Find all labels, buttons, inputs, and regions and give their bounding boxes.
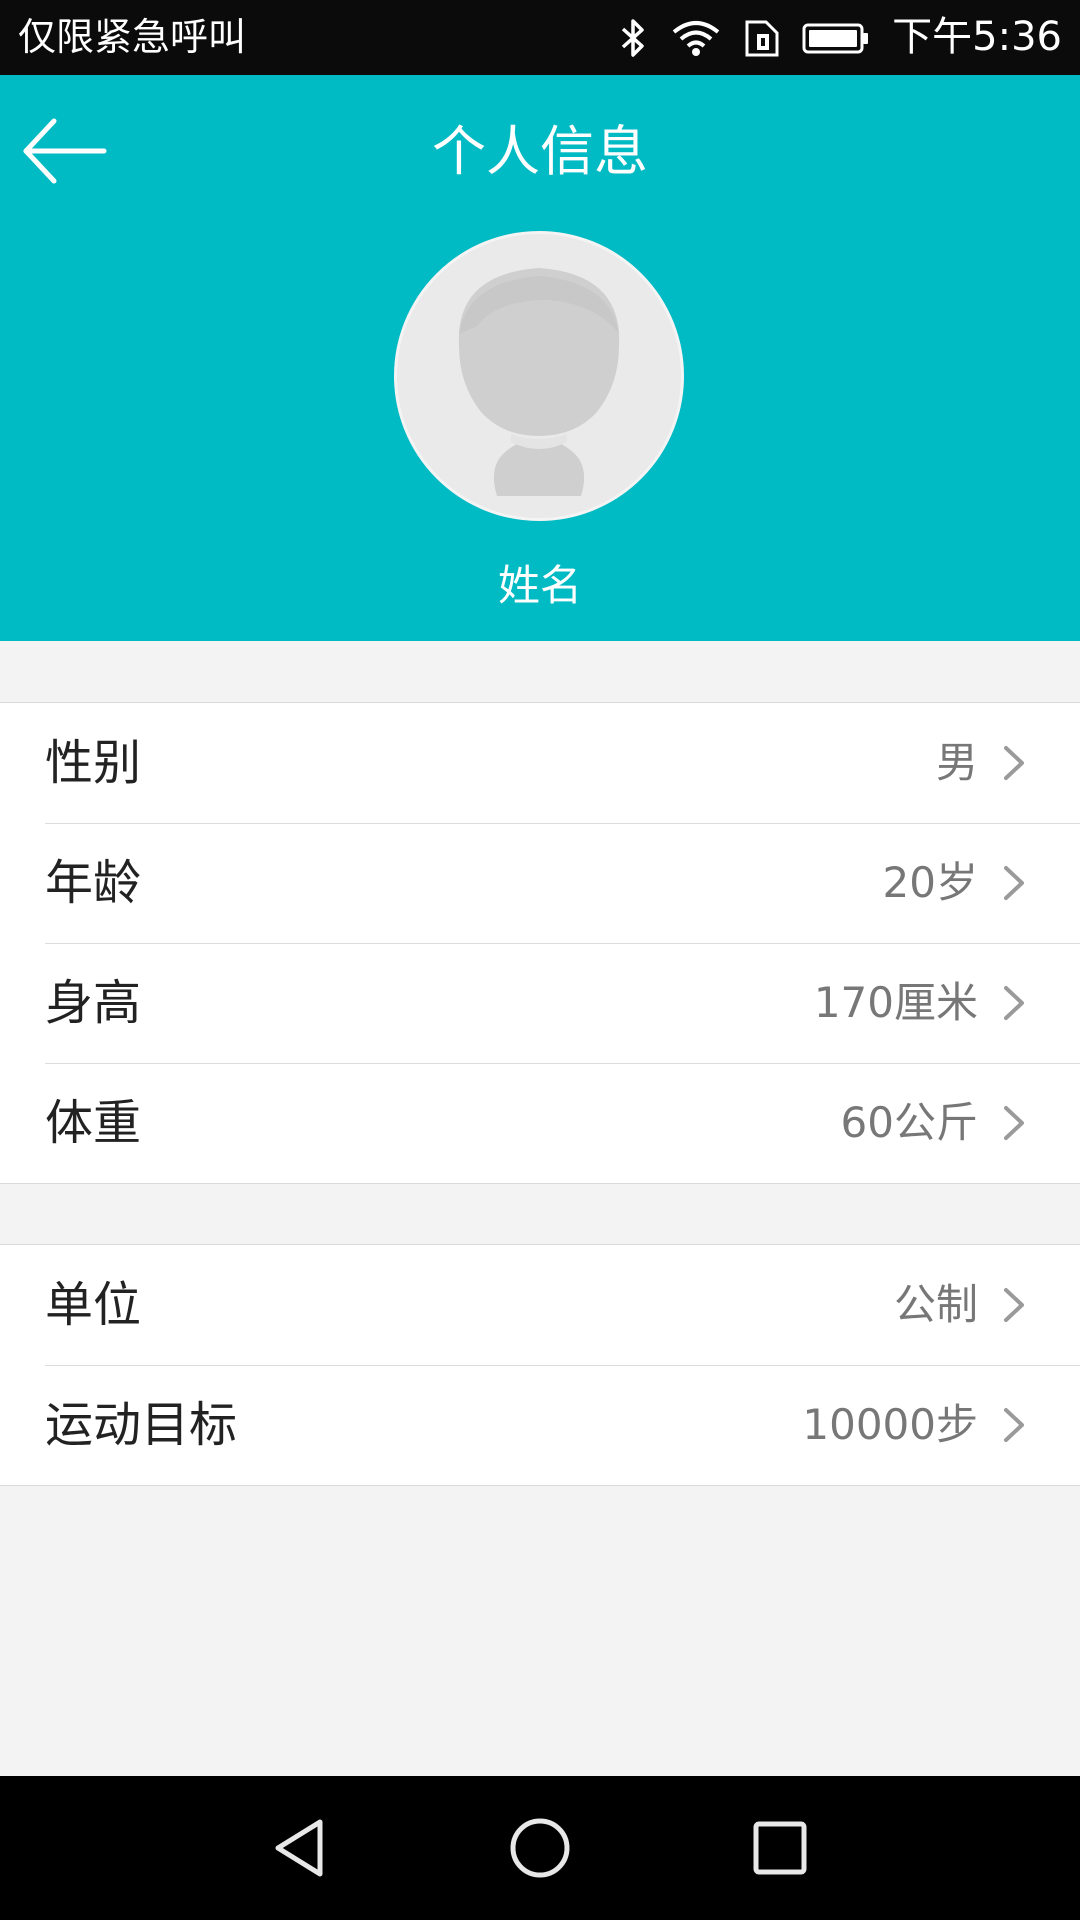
nav-home-button[interactable] bbox=[504, 1812, 576, 1884]
row-value: 170厘米 bbox=[813, 978, 978, 1027]
carrier-status-text: 仅限紧急呼叫 bbox=[18, 15, 247, 59]
row-label: 性别 bbox=[45, 735, 142, 791]
row-label: 体重 bbox=[45, 1095, 142, 1151]
avatar[interactable] bbox=[394, 231, 684, 521]
row-value: 公制 bbox=[893, 1280, 978, 1329]
bluetooth-icon bbox=[618, 18, 648, 58]
row-height[interactable]: 身高 170厘米 bbox=[0, 943, 1080, 1063]
chevron-right-icon bbox=[1004, 866, 1024, 900]
row-value: 男 bbox=[935, 738, 978, 787]
battery-icon bbox=[802, 18, 870, 58]
body-info-group: 性别 男 年龄 20岁 身高 170厘米 体重 60公斤 bbox=[0, 702, 1080, 1184]
row-label: 运动目标 bbox=[45, 1397, 238, 1453]
page-title: 个人信息 bbox=[432, 120, 648, 183]
status-icons: 下午5:36 bbox=[618, 0, 1062, 75]
row-value: 20岁 bbox=[882, 858, 978, 907]
row-label: 年龄 bbox=[45, 855, 142, 911]
sim-icon bbox=[744, 18, 780, 58]
row-unit[interactable]: 单位 公制 bbox=[0, 1245, 1080, 1365]
row-step-goal[interactable]: 运动目标 10000步 bbox=[0, 1365, 1080, 1485]
profile-header: 个人信息 姓名 bbox=[0, 75, 1080, 641]
user-name[interactable]: 姓名 bbox=[0, 558, 1080, 614]
row-value: 60公斤 bbox=[840, 1098, 978, 1147]
chevron-right-icon bbox=[1004, 1408, 1024, 1442]
settings-group: 单位 公制 运动目标 10000步 bbox=[0, 1244, 1080, 1486]
status-bar: 仅限紧急呼叫 下午5:36 bbox=[0, 0, 1080, 75]
system-nav-bar bbox=[0, 1776, 1080, 1920]
chevron-right-icon bbox=[1004, 1288, 1024, 1322]
nav-home-icon bbox=[510, 1818, 570, 1878]
nav-recents-button[interactable] bbox=[744, 1812, 816, 1884]
nav-back-button[interactable] bbox=[264, 1812, 336, 1884]
chevron-right-icon bbox=[1004, 746, 1024, 780]
chevron-right-icon bbox=[1004, 1106, 1024, 1140]
clock-time: 下午5:36 bbox=[892, 14, 1062, 60]
wifi-icon bbox=[670, 18, 722, 58]
row-weight[interactable]: 体重 60公斤 bbox=[0, 1063, 1080, 1183]
row-age[interactable]: 年龄 20岁 bbox=[0, 823, 1080, 943]
row-gender[interactable]: 性别 男 bbox=[0, 703, 1080, 823]
row-label: 单位 bbox=[45, 1277, 142, 1333]
row-value: 10000步 bbox=[802, 1400, 978, 1449]
default-avatar-icon bbox=[397, 234, 681, 518]
row-label: 身高 bbox=[45, 975, 142, 1031]
nav-recents-icon bbox=[753, 1821, 807, 1875]
chevron-right-icon bbox=[1004, 986, 1024, 1020]
nav-back-icon bbox=[275, 1819, 323, 1877]
